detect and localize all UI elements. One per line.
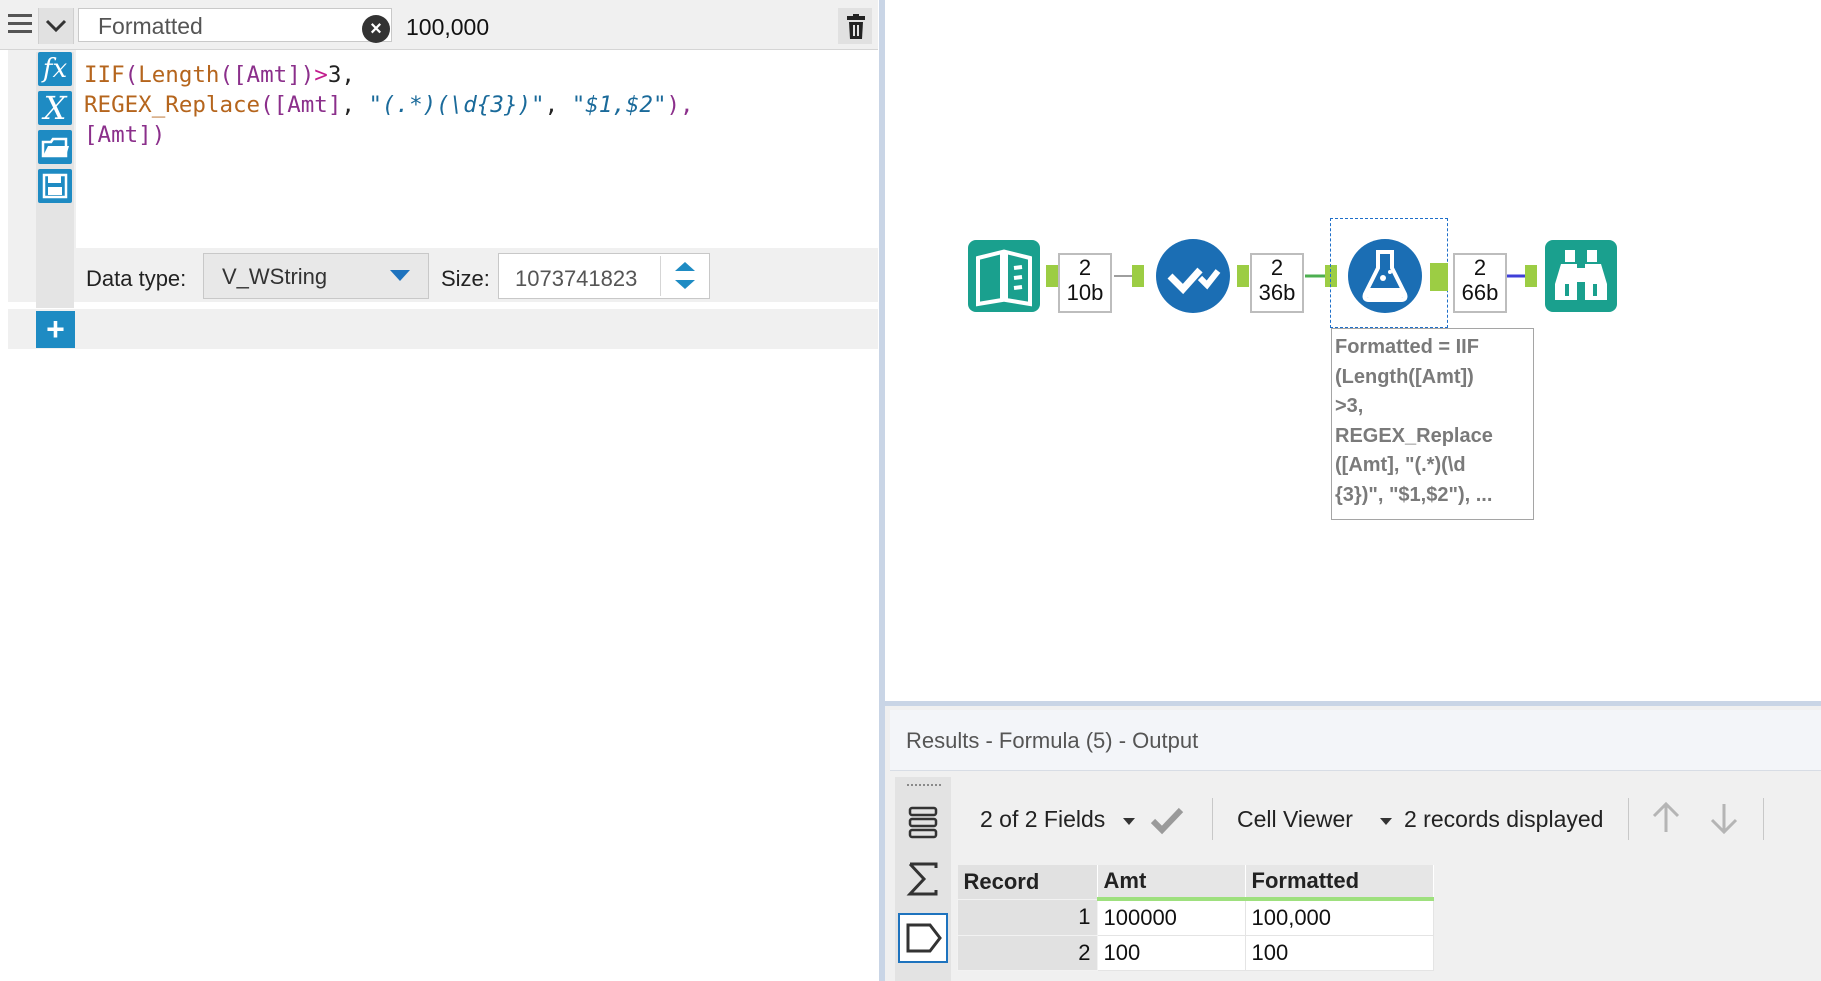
table-row[interactable]: 2 100 100 xyxy=(957,935,1434,971)
arrow-down-icon[interactable] xyxy=(1706,800,1742,841)
viewer-dropdown-caret-icon[interactable] xyxy=(1380,818,1392,825)
connection-count-2: 2 36b xyxy=(1250,253,1304,313)
size-value: 1073741823 xyxy=(515,266,638,291)
column-header-formatted[interactable]: Formatted xyxy=(1245,865,1434,901)
data-type-value: V_WString xyxy=(222,264,328,289)
table-header-row: Record Amt Formatted xyxy=(957,865,1434,901)
output-field-name: Formatted xyxy=(98,13,203,39)
expression-editor[interactable]: IIF(Length([Amt])>3, REGEX_Replace([Amt]… xyxy=(84,60,694,150)
cell-viewer-selector[interactable]: Cell Viewer xyxy=(1237,806,1353,833)
browse-tool-icon[interactable] xyxy=(1545,240,1617,317)
chevron-down-icon xyxy=(45,19,67,33)
fields-dropdown-caret-icon[interactable] xyxy=(1123,818,1135,825)
results-title: Results - Formula (5) - Output xyxy=(906,728,1199,753)
cell-amt[interactable]: 100 xyxy=(1096,935,1246,971)
delete-expression-button[interactable] xyxy=(838,8,872,44)
cell-formatted[interactable]: 100 xyxy=(1244,935,1434,971)
column-header-record[interactable]: Record xyxy=(957,865,1098,899)
size-stepper[interactable] xyxy=(660,256,709,296)
message-tag-icon[interactable] xyxy=(898,913,948,963)
collapse-expression-button[interactable] xyxy=(38,8,74,44)
data-preview-value: 100,000 xyxy=(406,14,490,40)
save-icon[interactable] xyxy=(38,169,72,203)
stepper-arrows-icon xyxy=(675,262,695,289)
toolbar-divider xyxy=(1212,798,1213,840)
clear-field-icon[interactable]: × xyxy=(362,15,390,43)
expr-line-3: [Amt]) xyxy=(84,122,166,148)
output-anchor[interactable] xyxy=(1237,265,1249,287)
fx-icon[interactable]: fx xyxy=(38,52,72,86)
checkmark-icon[interactable] xyxy=(1150,805,1184,840)
records-displayed-label: 2 records displayed xyxy=(1404,806,1604,832)
expr-line-1: IIF(Length([Amt])>3, xyxy=(84,62,355,88)
toolbar-divider xyxy=(1763,798,1764,840)
expr-line-2: REGEX_Replace([Amt], "(.*)(\d{3})", "$1,… xyxy=(84,92,694,118)
table-row[interactable]: 1 100000 100,000 xyxy=(957,898,1434,936)
arrow-up-icon[interactable] xyxy=(1648,800,1684,841)
cell-formatted[interactable]: 100,000 xyxy=(1244,898,1434,936)
grip-icon[interactable] xyxy=(907,784,941,792)
record-number: 1 xyxy=(957,898,1098,936)
add-expression-row xyxy=(8,309,878,349)
output-anchor[interactable] xyxy=(1046,265,1058,287)
tool-annotation: Formatted = IIF (Length([Amt]) >3, REGEX… xyxy=(1331,328,1534,520)
metadata-sigma-icon[interactable] xyxy=(902,858,944,900)
drag-handle-icon[interactable] xyxy=(8,14,32,38)
record-number: 2 xyxy=(957,935,1098,971)
data-view-icon[interactable] xyxy=(902,802,944,844)
output-anchor[interactable] xyxy=(1430,263,1448,291)
input-anchor[interactable] xyxy=(1525,265,1537,287)
connection-count-3: 2 66b xyxy=(1453,253,1507,313)
connection-count-1: 2 10b xyxy=(1058,253,1112,313)
add-expression-button[interactable]: + xyxy=(36,311,75,348)
variable-x-icon[interactable]: X xyxy=(38,91,72,125)
cell-amt[interactable]: 100000 xyxy=(1096,898,1246,936)
formula-tool-icon[interactable] xyxy=(1347,238,1423,319)
select-tool-icon[interactable] xyxy=(1155,238,1231,319)
fields-selector[interactable]: 2 of 2 Fields xyxy=(980,806,1105,833)
text-input-tool-icon[interactable] xyxy=(968,240,1040,317)
open-folder-icon[interactable] xyxy=(38,130,72,164)
dropdown-caret-icon[interactable] xyxy=(390,270,410,281)
trash-icon xyxy=(847,14,865,39)
input-anchor[interactable] xyxy=(1132,265,1144,287)
toolbar-divider xyxy=(1628,798,1629,840)
data-type-label: Data type: xyxy=(86,266,187,291)
column-header-amt[interactable]: Amt xyxy=(1097,865,1246,901)
size-label: Size: xyxy=(441,266,490,291)
results-table: Record Amt Formatted 1 100000 100,000 2 … xyxy=(957,865,1434,971)
